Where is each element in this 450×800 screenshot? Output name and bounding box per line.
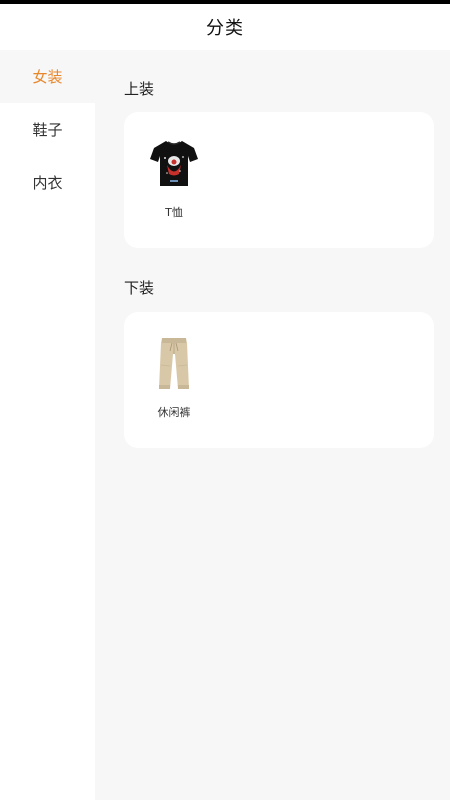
category-sidebar: 女装 鞋子 内衣: [0, 50, 95, 800]
sidebar-item-label: 女装: [32, 68, 63, 86]
product-name: T恤: [165, 206, 183, 219]
sidebar-item-womens-clothing[interactable]: 女装: [0, 50, 95, 103]
top-bar: 分类: [0, 4, 450, 50]
category-content: 上装 T恤 下装 休闲裤: [95, 50, 450, 800]
sidebar-item-label: 内衣: [32, 174, 63, 192]
section-title-tops: 上装: [124, 80, 155, 98]
page-title: 分类: [206, 18, 244, 39]
sidebar-item-label: 鞋子: [32, 121, 63, 139]
beige-pants-icon: [148, 334, 200, 392]
product-card-bottoms: 休闲裤: [124, 312, 434, 448]
product-item-tshirt[interactable]: T恤: [146, 134, 202, 220]
product-item-casual-pants[interactable]: 休闲裤: [146, 334, 202, 420]
section-title-bottoms: 下装: [124, 279, 155, 297]
sidebar-item-shoes[interactable]: 鞋子: [0, 103, 95, 156]
product-name: 休闲裤: [157, 406, 191, 419]
product-card-tops: T恤: [124, 112, 434, 248]
black-tshirt-icon: [148, 134, 200, 192]
sidebar-item-underwear[interactable]: 内衣: [0, 156, 95, 209]
